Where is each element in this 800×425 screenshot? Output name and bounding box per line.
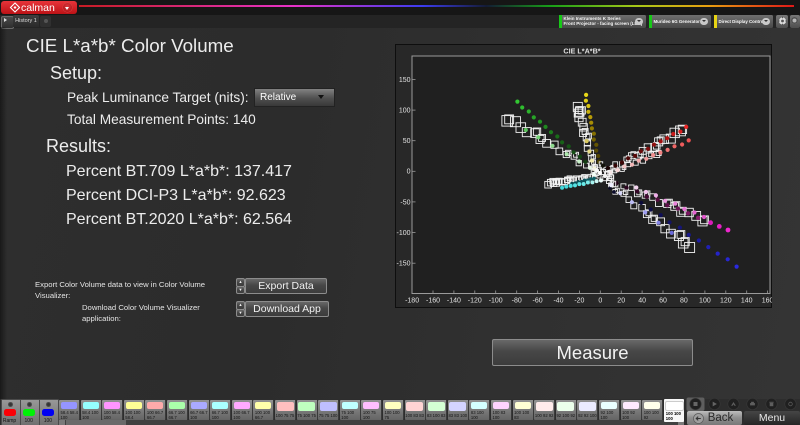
svg-text:-100: -100 bbox=[396, 230, 410, 237]
svg-text:-20: -20 bbox=[574, 298, 584, 305]
svg-text:80: 80 bbox=[680, 298, 688, 305]
svg-text:0: 0 bbox=[407, 169, 411, 176]
svg-text:-140: -140 bbox=[447, 298, 461, 305]
svg-text:150: 150 bbox=[399, 77, 411, 84]
svg-text:100: 100 bbox=[399, 108, 411, 115]
svg-text:100: 100 bbox=[699, 298, 711, 305]
svg-text:-80: -80 bbox=[512, 298, 522, 305]
svg-text:CIE L*A*B*: CIE L*A*B* bbox=[563, 47, 600, 56]
svg-text:-60: -60 bbox=[533, 298, 543, 305]
svg-text:40: 40 bbox=[638, 298, 646, 305]
svg-text:-150: -150 bbox=[396, 261, 410, 268]
svg-text:120: 120 bbox=[720, 298, 732, 305]
svg-text:160: 160 bbox=[762, 298, 772, 305]
svg-text:-120: -120 bbox=[468, 298, 482, 305]
svg-text:-50: -50 bbox=[400, 199, 410, 206]
svg-text:-160: -160 bbox=[426, 298, 440, 305]
svg-text:20: 20 bbox=[617, 298, 625, 305]
svg-text:-40: -40 bbox=[553, 298, 563, 305]
svg-text:50: 50 bbox=[403, 138, 411, 145]
svg-text:60: 60 bbox=[659, 298, 667, 305]
svg-text:0: 0 bbox=[598, 298, 602, 305]
svg-text:-180: -180 bbox=[405, 298, 419, 305]
svg-text:-100: -100 bbox=[489, 298, 503, 305]
svg-text:140: 140 bbox=[741, 298, 753, 305]
